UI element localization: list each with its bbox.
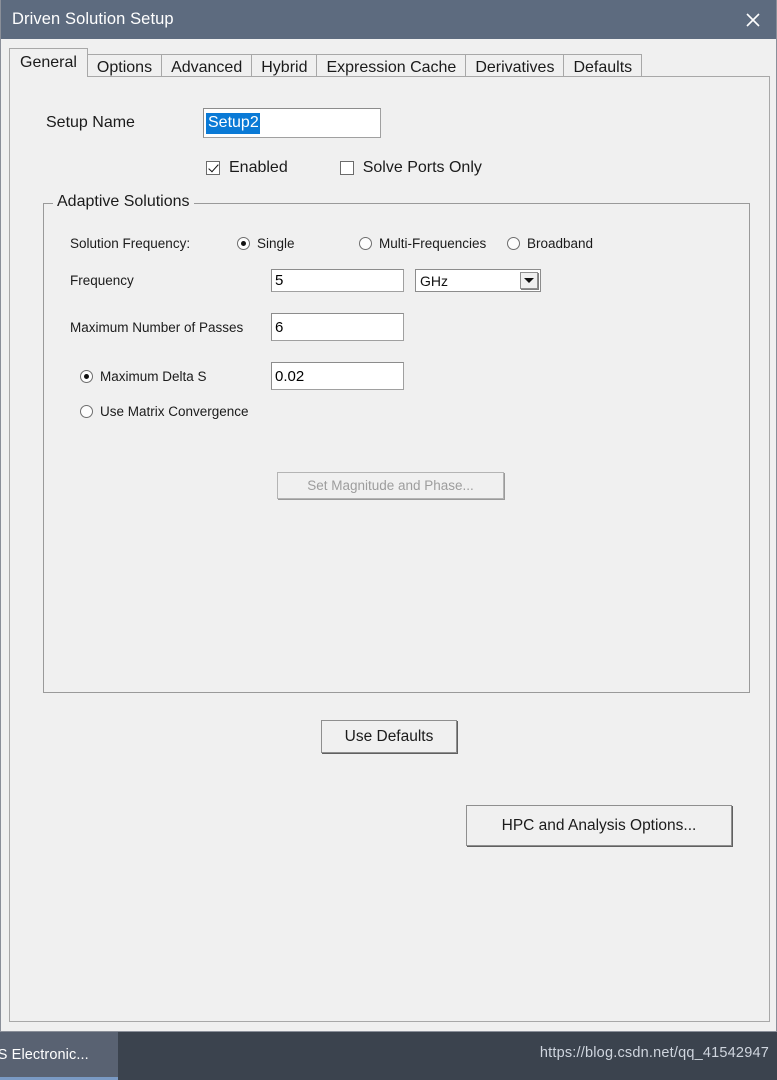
checkbox-enabled[interactable]: Enabled (206, 159, 288, 177)
frequency-label: Frequency (70, 273, 134, 288)
checkbox-enabled-label: Enabled (229, 159, 288, 176)
driven-solution-setup-dialog: Driven Solution Setup General Options Ad… (0, 0, 777, 1032)
solution-frequency-label: Solution Frequency: (70, 236, 191, 251)
hpc-and-analysis-options-button[interactable]: HPC and Analysis Options... (466, 805, 732, 846)
radio-single-label: Single (257, 236, 295, 251)
checkmark-icon (206, 161, 220, 175)
checkbox-solve-ports-only-label: Solve Ports Only (362, 159, 482, 176)
setup-name-row: Setup Name Setup2 (46, 108, 381, 138)
frequency-value: 5 (275, 272, 284, 289)
tab-label: Defaults (573, 59, 633, 76)
radio-single[interactable]: Single (237, 236, 359, 251)
tab-label: Expression Cache (326, 59, 457, 76)
radio-dot-icon (237, 237, 250, 250)
max-delta-s-input[interactable]: 0.02 (271, 362, 404, 390)
max-delta-s-value: 0.02 (275, 367, 305, 385)
radio-circle-icon (359, 237, 372, 250)
radio-dot-icon (80, 369, 93, 383)
tab-label: Hybrid (261, 59, 308, 76)
radio-circle-icon (507, 237, 520, 250)
taskbar-item-ansys-electronics[interactable]: YS Electronic... (0, 1032, 118, 1080)
set-magnitude-and-phase-label: Set Magnitude and Phase... (307, 478, 474, 493)
set-magnitude-and-phase-button: Set Magnitude and Phase... (277, 472, 504, 499)
tab-label: Options (96, 59, 153, 76)
setup-name-input[interactable]: Setup2 (203, 108, 381, 138)
dialog-titlebar: Driven Solution Setup (1, 0, 776, 39)
use-matrix-convergence-label: Use Matrix Convergence (100, 404, 249, 419)
frequency-row: Frequency 5 GHz (70, 269, 541, 292)
setup-name-label: Setup Name (46, 114, 135, 131)
max-delta-s-label: Maximum Delta S (100, 368, 207, 384)
tab-label: Advanced (171, 59, 243, 76)
use-matrix-convergence-row: Use Matrix Convergence (80, 404, 249, 419)
watermark-url: https://blog.csdn.net/qq_41542947 (539, 1045, 769, 1061)
radio-use-matrix-convergence[interactable]: Use Matrix Convergence (80, 404, 249, 419)
options-checkbox-row: Enabled Solve Ports Only (206, 159, 482, 177)
setup-name-value: Setup2 (206, 112, 260, 134)
frequency-input[interactable]: 5 (271, 269, 404, 292)
use-defaults-button[interactable]: Use Defaults (321, 720, 457, 753)
max-passes-row: Maximum Number of Passes 6 (70, 313, 404, 341)
close-icon[interactable] (730, 0, 776, 39)
radio-broadband-label: Broadband (527, 236, 594, 251)
use-defaults-label: Use Defaults (344, 727, 434, 745)
chevron-down-icon[interactable] (520, 272, 538, 289)
dialog-title: Driven Solution Setup (12, 10, 174, 28)
radio-multi-frequencies-label: Multi-Frequencies (379, 236, 487, 251)
taskbar-item-label: YS Electronic... (0, 1046, 89, 1063)
checkbox-solve-ports-only[interactable]: Solve Ports Only (339, 159, 482, 177)
hpc-and-analysis-options-label: HPC and Analysis Options... (501, 816, 697, 834)
max-passes-value: 6 (275, 318, 284, 336)
tab-panel-general: Setup Name Setup2 Enabled Solve Ports On… (9, 76, 770, 1022)
tab-strip: General Options Advanced Hybrid Expressi… (9, 48, 776, 79)
radio-broadband[interactable]: Broadband (507, 236, 593, 251)
checkbox-box-icon (339, 161, 354, 175)
radio-maximum-delta-s[interactable]: Maximum Delta S (80, 369, 271, 384)
solution-frequency-row: Solution Frequency: Single Multi-Frequen… (70, 236, 593, 251)
radio-multi-frequencies[interactable]: Multi-Frequencies (359, 236, 507, 251)
tab-label: Derivatives (475, 59, 555, 76)
adaptive-solutions-title: Adaptive Solutions (53, 193, 194, 211)
frequency-unit-value: GHz (420, 272, 448, 289)
tab-general[interactable]: General (9, 48, 88, 77)
max-delta-s-row: Maximum Delta S 0.02 (80, 362, 404, 390)
tab-label: General (20, 54, 77, 71)
frequency-unit-select[interactable]: GHz (415, 269, 541, 292)
max-passes-input[interactable]: 6 (271, 313, 404, 341)
max-passes-label: Maximum Number of Passes (70, 319, 244, 335)
radio-circle-icon (80, 405, 93, 418)
adaptive-solutions-group: Adaptive Solutions Solution Frequency: S… (43, 193, 750, 693)
